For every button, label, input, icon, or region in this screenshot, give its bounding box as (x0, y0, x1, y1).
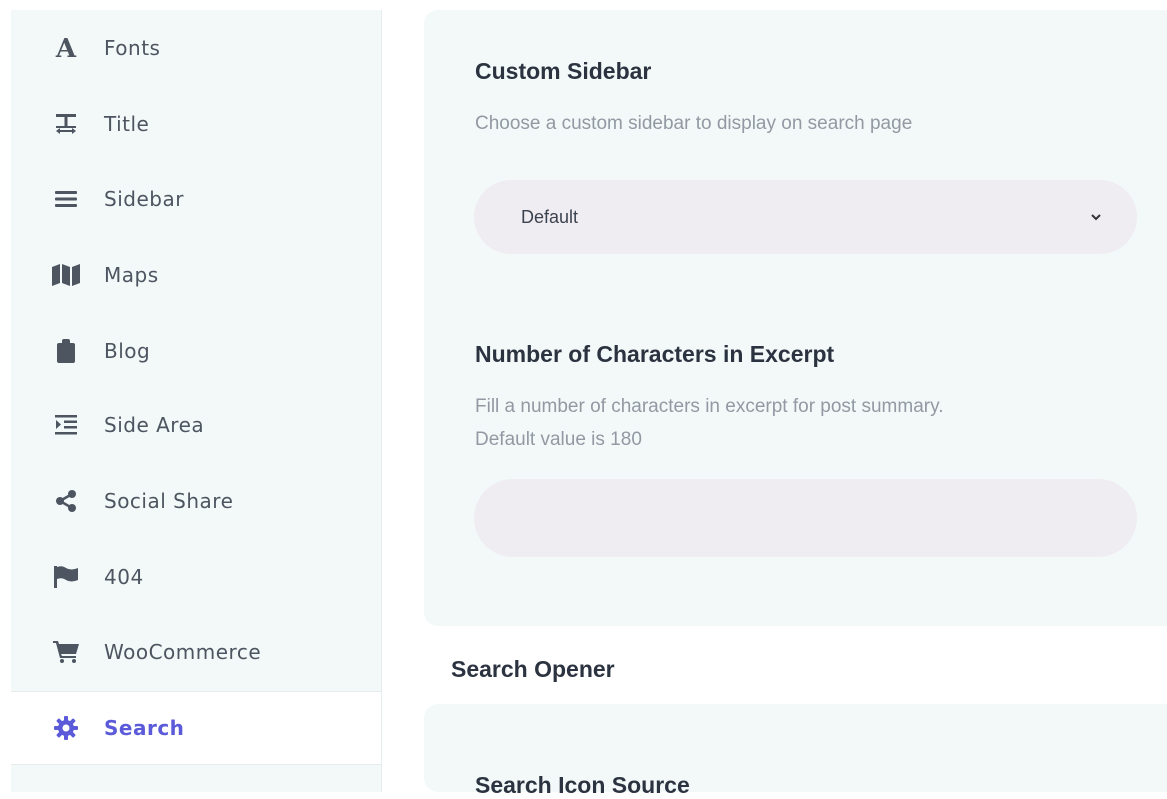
sidebar-item-label: Side Area (104, 413, 205, 437)
excerpt-title: Number of Characters in Excerpt (475, 341, 835, 367)
sidebar-item-side-area[interactable]: Side Area (11, 397, 381, 453)
excerpt-description-line2: Default value is 180 (475, 429, 642, 450)
sidebar-item-label: Title (104, 112, 150, 136)
excerpt-characters-input[interactable] (474, 479, 1137, 557)
sidebar-item-maps[interactable]: Maps (11, 247, 381, 303)
sidebar-item-social-share[interactable]: Social Share (11, 473, 381, 529)
clipboard-icon (51, 338, 81, 364)
sidebar-item-search[interactable]: Search (11, 691, 381, 765)
sidebar-item-label: WooCommerce (104, 640, 262, 664)
search-opener-heading: Search Opener (451, 656, 615, 682)
search-settings-panel: Custom Sidebar Choose a custom sidebar t… (424, 10, 1167, 626)
sidebar-item-label: Maps (104, 263, 159, 287)
sidebar-item-label: Sidebar (104, 187, 184, 211)
flag-icon (51, 564, 81, 590)
map-icon (51, 262, 81, 288)
excerpt-description-line1: Fill a number of characters in excerpt f… (475, 396, 944, 417)
sidebar-item-woocommerce[interactable]: WooCommerce (11, 624, 381, 680)
share-icon (51, 488, 81, 514)
sidebar-item-label: 404 (104, 565, 144, 589)
chevron-down-icon (1089, 210, 1103, 224)
search-opener-panel: Search Icon Source (424, 704, 1167, 798)
sidebar-item-label: Blog (104, 339, 151, 363)
sidebar-item-sidebar[interactable]: Sidebar (11, 171, 381, 227)
sidebar-item-fonts[interactable]: A Fonts (11, 20, 381, 76)
sidebar-item-label: Fonts (104, 36, 161, 60)
text-height-icon (51, 111, 81, 137)
font-icon: A (51, 35, 81, 61)
sidebar-item-blog[interactable]: Blog (11, 323, 381, 379)
custom-sidebar-description: Choose a custom sidebar to display on se… (475, 113, 913, 134)
select-value: Default (521, 206, 579, 227)
gear-icon (51, 715, 81, 741)
cart-icon (51, 639, 81, 665)
search-icon-source-title: Search Icon Source (475, 772, 690, 798)
sidebar-item-404[interactable]: 404 (11, 549, 381, 605)
settings-sidebar: A Fonts Title Sidebar Maps Blog Side Are… (11, 10, 382, 792)
sidebar-spacer (11, 765, 381, 792)
custom-sidebar-title: Custom Sidebar (475, 58, 652, 84)
sidebar-item-label: Search (104, 716, 185, 740)
custom-sidebar-select[interactable]: Default (474, 180, 1137, 254)
sidebar-item-label: Social Share (104, 489, 234, 513)
sidebar-item-title[interactable]: Title (11, 96, 381, 152)
svg-text:A: A (55, 36, 77, 60)
indent-icon (51, 412, 81, 438)
bars-icon (51, 186, 81, 212)
